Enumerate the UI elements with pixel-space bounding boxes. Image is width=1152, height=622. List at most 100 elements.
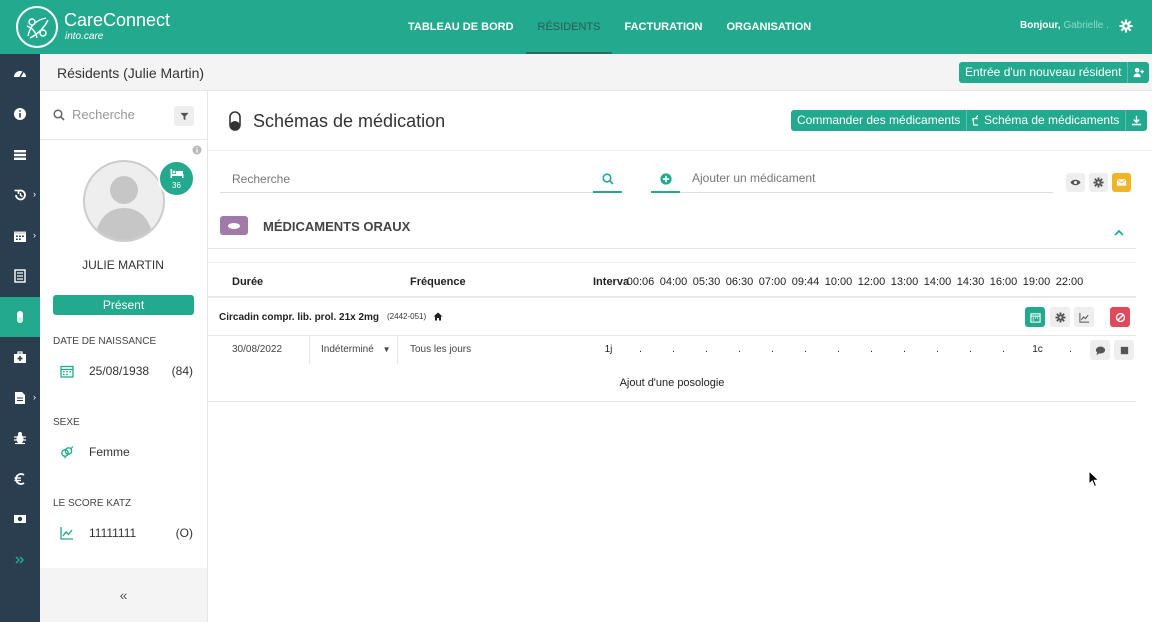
stop-button[interactable] — [1114, 340, 1134, 360]
divider — [208, 150, 1152, 151]
nav-item-billing[interactable]: FACTURATION — [612, 0, 714, 54]
greeting-text: Bonjour, — [1020, 20, 1061, 31]
ban-icon — [1115, 312, 1125, 322]
dosage-frequency[interactable]: Tous les jours — [410, 336, 471, 364]
new-resident-label: Entrée d'un nouveau résident — [965, 65, 1122, 79]
rail-history[interactable]: › — [0, 175, 40, 215]
filter-button[interactable] — [174, 106, 194, 126]
dosage-cell[interactable]: . — [789, 336, 822, 364]
medication-search-input[interactable]: Recherche — [220, 166, 622, 193]
app-subtitle: into.care — [65, 31, 104, 42]
dosage-cell[interactable]: . — [822, 336, 855, 364]
medication-code: (2442-051) — [387, 312, 427, 321]
rail-list[interactable] — [0, 135, 40, 175]
new-resident-button[interactable]: Entrée d'un nouveau résident — [959, 62, 1150, 83]
app-name: CareConnect — [64, 10, 171, 30]
col-time: 04:00 — [659, 276, 688, 288]
settings-button[interactable] — [1089, 173, 1108, 192]
divider — [397, 336, 398, 364]
mail-button[interactable] — [1112, 173, 1131, 192]
dosage-cell[interactable]: . — [888, 336, 921, 364]
dosage-cell[interactable]: . — [756, 336, 789, 364]
history-icon — [14, 189, 26, 201]
calendar-button[interactable] — [1025, 307, 1045, 327]
info-icon[interactable] — [192, 145, 202, 155]
medication-row[interactable]: Circadin compr. lib. prol. 21x 2mg (2442… — [208, 298, 1136, 336]
bed-number: 36 — [172, 181, 181, 190]
patient-name: JULIE MARTIN — [82, 258, 164, 272]
medication-settings-button[interactable] — [1050, 307, 1070, 327]
main-nav: TABLEAU DE BORD RÉSIDENTS FACTURATION OR… — [396, 0, 823, 54]
dosage-cell[interactable]: . — [921, 336, 954, 364]
dosage-cell[interactable]: . — [855, 336, 888, 364]
sex-label: SEXE — [53, 417, 80, 428]
col-time: 12:00 — [857, 276, 886, 288]
comment-button[interactable] — [1090, 340, 1110, 360]
collapse-sidebar-button[interactable]: « — [40, 568, 207, 622]
presence-status-button[interactable]: Présent — [53, 295, 194, 315]
rail-euro[interactable] — [0, 459, 40, 499]
dosage-cell[interactable]: . — [954, 336, 987, 364]
nav-item-organisation[interactable]: ORGANISATION — [715, 0, 824, 54]
add-medication-placeholder: Ajouter un médicament — [692, 171, 816, 185]
col-time: 07:00 — [758, 276, 787, 288]
section-title: MÉDICAMENTS ORAUX — [263, 219, 411, 234]
dosage-cell[interactable]: . — [1054, 336, 1087, 364]
rail-report[interactable] — [0, 256, 40, 296]
order-medication-button[interactable]: Commander des médicaments — [791, 110, 989, 131]
user-silhouette-icon — [95, 176, 153, 240]
medication-name: Circadin compr. lib. prol. 21x 2mg — [219, 312, 380, 323]
medication-search-placeholder: Recherche — [232, 172, 291, 186]
stop-medication-button[interactable] — [1110, 307, 1130, 327]
rail-documents[interactable]: › — [0, 378, 40, 418]
rail-medication[interactable] — [0, 297, 40, 337]
chevron-right-icon: › — [33, 392, 36, 402]
chevron-up-icon[interactable] — [1113, 228, 1125, 238]
rail-expand[interactable] — [0, 540, 40, 580]
careconnect-logo-icon[interactable] — [16, 6, 58, 48]
dosage-cell[interactable]: . — [690, 336, 723, 364]
resident-search[interactable]: Recherche — [40, 91, 208, 140]
medication-scheme-button[interactable]: Schéma de médicaments — [978, 110, 1148, 131]
rail-dashboard[interactable] — [0, 54, 40, 94]
nav-item-residents[interactable]: RÉSIDENTS — [525, 0, 613, 54]
chart-button[interactable] — [1074, 307, 1094, 327]
dosage-cell[interactable]: . — [987, 336, 1020, 364]
user-greeting[interactable]: Bonjour, Gabrielle . — [1020, 20, 1109, 31]
user-plus-icon — [1133, 67, 1145, 78]
col-time: 00:06 — [626, 276, 655, 288]
dosage-end-select[interactable]: Indéterminé ▼ — [321, 336, 391, 364]
add-medication-input[interactable]: Ajouter un médicament — [651, 166, 1053, 193]
calendar-icon — [14, 231, 26, 242]
rail-medkit[interactable] — [0, 337, 40, 377]
settings-gear-icon[interactable] — [1119, 19, 1133, 33]
dosage-cell[interactable]: 1c — [1021, 336, 1054, 364]
tablet-icon — [228, 222, 240, 229]
view-button[interactable] — [1066, 173, 1085, 192]
gear-icon — [1093, 177, 1104, 188]
col-time: 09:44 — [791, 276, 820, 288]
add-medication-button[interactable] — [651, 166, 680, 193]
plus-circle-icon — [659, 172, 672, 185]
col-time: 10:00 — [824, 276, 853, 288]
col-time: 22:00 — [1055, 276, 1084, 288]
dosage-cell[interactable]: . — [723, 336, 756, 364]
divider — [309, 336, 310, 364]
rail-calendar[interactable]: › — [0, 216, 40, 256]
col-time: 19:00 — [1022, 276, 1051, 288]
dosage-interval[interactable]: 1j — [592, 336, 625, 364]
dosage-cell[interactable]: . — [624, 336, 657, 364]
add-posology-button[interactable]: Ajout d'une posologie — [208, 364, 1136, 402]
dosage-cell[interactable]: . — [657, 336, 690, 364]
col-frequency: Fréquence — [410, 276, 466, 288]
section-divider — [208, 248, 1136, 249]
rail-bug[interactable] — [0, 418, 40, 458]
caret-down-icon: ▼ — [382, 345, 391, 354]
nav-item-dashboard[interactable]: TABLEAU DE BORD — [396, 0, 526, 54]
rail-money[interactable] — [0, 499, 40, 539]
dosage-start-date[interactable]: 30/08/2022 — [232, 336, 282, 364]
katz-label: LE SCORE KATZ — [53, 498, 132, 509]
search-button[interactable] — [593, 166, 622, 193]
col-time: 14:30 — [956, 276, 985, 288]
rail-info[interactable] — [0, 94, 40, 134]
